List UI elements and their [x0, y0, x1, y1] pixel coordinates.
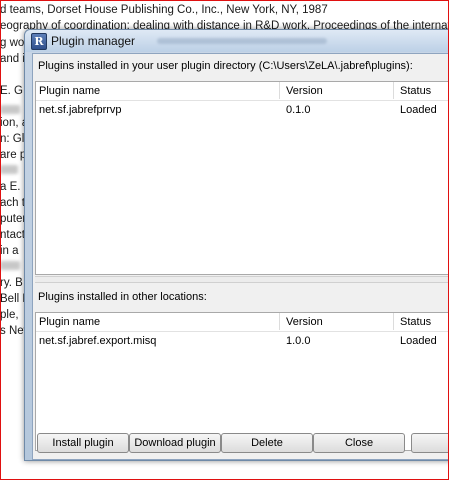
bg-text-line: puter [0, 213, 27, 225]
jabref-app-icon: R [31, 33, 47, 50]
delete-button[interactable]: Delete [221, 433, 313, 453]
column-header-status[interactable]: Status [400, 85, 431, 97]
column-header-status[interactable]: Status [400, 316, 431, 328]
install-plugin-button[interactable]: Install plugin [37, 433, 129, 453]
column-header-name[interactable]: Plugin name [39, 85, 100, 97]
user-plugins-label: Plugins installed in your user plugin di… [38, 60, 413, 72]
bg-text-line: ach t [0, 197, 25, 209]
bg-text-line: E. G [0, 85, 24, 97]
column-divider[interactable] [393, 313, 394, 330]
plugin-status-cell: Loaded [400, 104, 437, 116]
blurred-text [0, 105, 20, 114]
table-header: Plugin name Version Status [36, 82, 449, 101]
bg-text-line: g wo [0, 37, 25, 49]
column-header-version[interactable]: Version [286, 316, 323, 328]
bg-text-line: in a [0, 245, 19, 257]
other-plugins-table[interactable]: Plugin name Version Status net.sf.jabref… [35, 312, 449, 451]
user-plugins-table[interactable]: Plugin name Version Status net.sf.jabref… [35, 81, 449, 275]
other-plugins-label: Plugins installed in other locations: [38, 291, 207, 303]
plugin-name-cell: net.sf.jabrefprrvp [39, 104, 122, 116]
extra-button-partial[interactable] [411, 433, 449, 453]
window-title: Plugin manager [51, 34, 136, 48]
plugin-version-cell: 1.0.0 [286, 335, 311, 347]
bg-text-line: are p [0, 149, 27, 161]
blurred-text [0, 261, 20, 270]
column-divider[interactable] [393, 82, 394, 99]
column-header-version[interactable]: Version [286, 85, 323, 97]
column-divider[interactable] [279, 313, 280, 330]
bg-text-line: ry. B [0, 277, 23, 289]
plugin-name-cell: net.sf.jabref.export.misq [39, 335, 157, 347]
table-row[interactable]: net.sf.jabref.export.misq 1.0.0 Loaded [36, 332, 449, 349]
plugin-version-cell: 0.1.0 [286, 104, 311, 116]
bg-text-line: d teams, Dorset House Publishing Co., In… [0, 4, 328, 16]
bg-text-line: n: Gl [0, 133, 25, 145]
column-header-name[interactable]: Plugin name [39, 316, 100, 328]
plugin-manager-dialog: R Plugin manager Plugins installed in yo… [24, 29, 449, 461]
table-row[interactable]: net.sf.jabrefprrvp 0.1.0 Loaded [36, 101, 449, 118]
bg-text-line: ple, [0, 309, 19, 321]
close-button[interactable]: Close [313, 433, 405, 453]
dialog-content: Plugins installed in your user plugin di… [32, 53, 449, 460]
blurred-text [0, 165, 18, 174]
column-divider[interactable] [279, 82, 280, 99]
table-header: Plugin name Version Status [36, 313, 449, 332]
split-pane-divider[interactable] [35, 276, 449, 283]
title-bar[interactable]: R Plugin manager [25, 30, 449, 52]
download-plugin-button[interactable]: Download plugin [129, 433, 221, 453]
blurred-title-text [157, 38, 327, 44]
plugin-status-cell: Loaded [400, 335, 437, 347]
bg-text-line: and i [0, 53, 25, 65]
bg-text-line: ntact [0, 229, 25, 241]
